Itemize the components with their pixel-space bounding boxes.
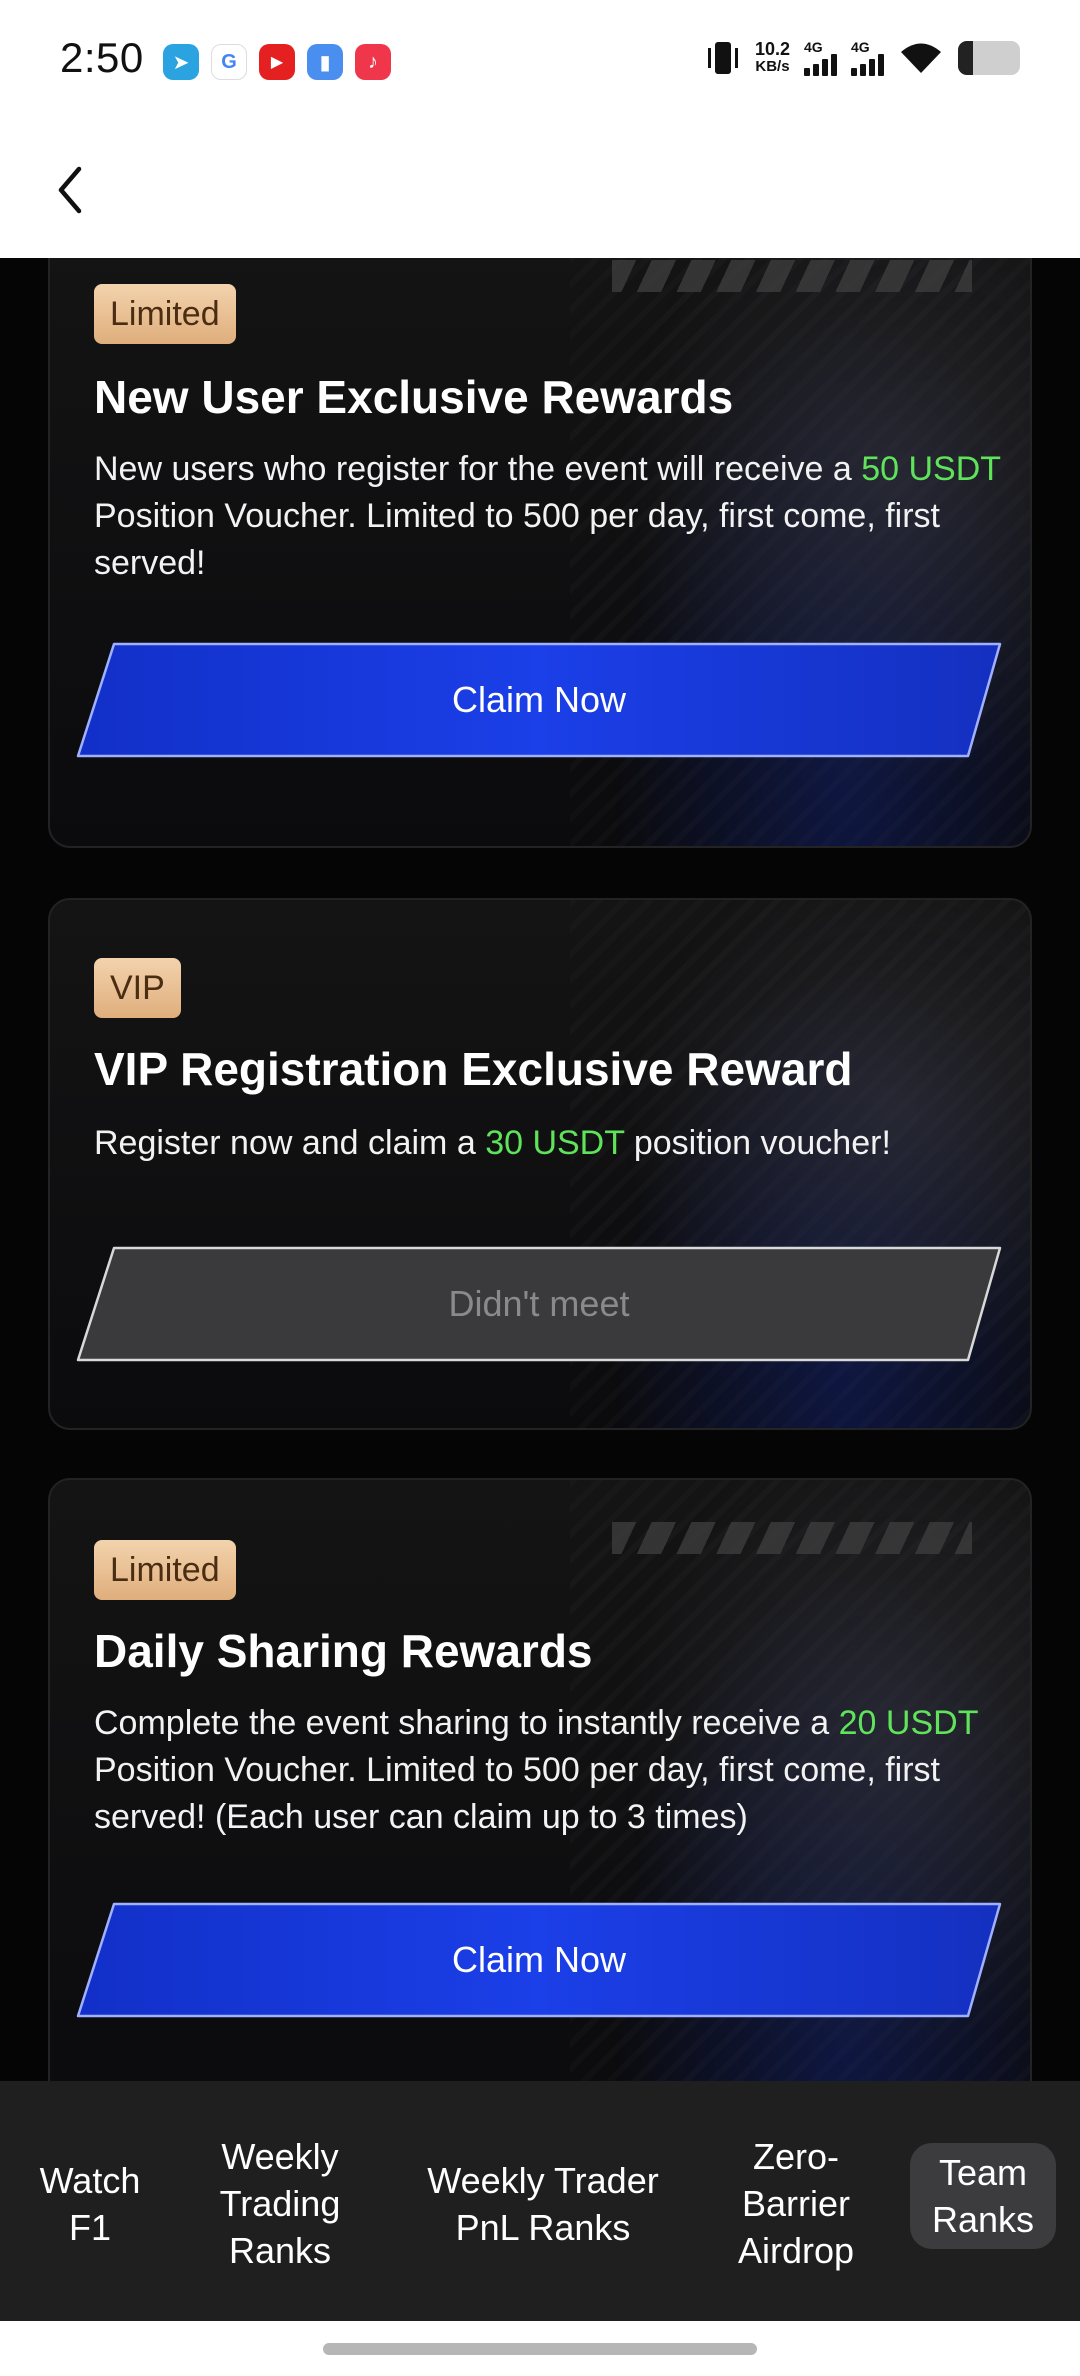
google-icon: G — [211, 44, 247, 80]
tab-label: Team — [938, 2152, 1028, 2193]
network-speed: 10.2 KB/s — [755, 40, 790, 76]
chevron-left-icon — [58, 166, 82, 214]
signal-icon: 4G — [851, 40, 884, 76]
limited-badge: Limited — [94, 284, 236, 344]
back-button[interactable] — [40, 160, 100, 220]
desc-text: Position Voucher. Limited to 500 per day… — [94, 497, 940, 582]
tab-label: Ranks — [228, 2230, 332, 2271]
tab-label: Airdrop — [737, 2230, 855, 2271]
telegram-icon: ➤ — [163, 44, 199, 80]
youtube-icon: ▶ — [259, 44, 295, 80]
status-bar: 2:50 ➤ G ▶ ▮ ♪ 10.2 KB/s 4G 4G — [0, 0, 1080, 122]
music-icon: ♪ — [355, 44, 391, 80]
button-label: Claim Now — [451, 679, 627, 720]
tab-label: Weekly Trader — [427, 2160, 659, 2201]
reward-amount: 50 USDT — [861, 450, 1001, 488]
card-description: Register now and claim a 30 USDT positio… — [94, 1120, 1014, 1167]
files-icon: ▮ — [307, 44, 343, 80]
battery-icon — [958, 41, 1020, 75]
reward-card-daily-sharing: Limited Daily Sharing Rewards Complete t… — [48, 1478, 1032, 2081]
tab-weekly-trader-pnl-ranks[interactable]: Weekly Trader PnL Ranks — [410, 2157, 676, 2251]
reward-card-new-user: Limited New User Exclusive Rewards New u… — [48, 258, 1032, 848]
tab-watch-f1[interactable]: Watch F1 — [30, 2157, 150, 2251]
desc-text: Register now and claim a — [94, 1124, 486, 1162]
tab-label: Trading — [219, 2183, 341, 2224]
tab-label: Watch — [39, 2160, 141, 2201]
tab-label: Zero- — [752, 2136, 839, 2177]
wifi-icon — [901, 43, 941, 73]
signal-icon: 4G — [804, 40, 837, 76]
card-title: VIP Registration Exclusive Reward — [94, 1043, 853, 1095]
signal-label: 4G — [804, 39, 823, 55]
didnt-meet-button[interactable]: Didn't meet — [74, 1244, 1004, 1364]
net-speed-unit: KB/s — [755, 58, 790, 75]
tab-team-ranks[interactable]: Team Ranks — [910, 2143, 1056, 2249]
home-indicator[interactable] — [323, 2343, 757, 2355]
button-label: Claim Now — [451, 1939, 627, 1980]
claim-now-button[interactable]: Claim Now — [74, 640, 1004, 760]
reward-card-vip: VIP VIP Registration Exclusive Reward Re… — [48, 898, 1032, 1430]
desc-text: position voucher! — [624, 1124, 891, 1162]
desc-text: Complete the event sharing to instantly … — [94, 1704, 839, 1742]
net-speed-value: 10.2 — [754, 39, 790, 59]
limited-badge: Limited — [94, 1540, 236, 1600]
tab-weekly-trading-ranks[interactable]: Weekly Trading Ranks — [200, 2133, 360, 2274]
vip-badge: VIP — [94, 958, 181, 1018]
app-header — [0, 122, 1080, 258]
button-label: Didn't meet — [448, 1283, 630, 1324]
card-title: Daily Sharing Rewards — [94, 1625, 593, 1677]
desc-text: Position Voucher. Limited to 500 per day… — [94, 1751, 940, 1836]
desc-text: New users who register for the event wil… — [94, 450, 862, 488]
reward-amount: 30 USDT — [485, 1124, 625, 1162]
card-description: New users who register for the event wil… — [94, 446, 1014, 587]
tab-label: Barrier — [741, 2183, 851, 2224]
tab-label: PnL Ranks — [455, 2207, 631, 2248]
rewards-list[interactable]: Limited New User Exclusive Rewards New u… — [0, 258, 1080, 2081]
racing-stripes — [612, 1522, 972, 1554]
tab-label: Ranks — [931, 2199, 1035, 2240]
signal-label: 4G — [851, 39, 870, 55]
tab-label: F1 — [68, 2207, 111, 2248]
racing-stripes — [612, 260, 972, 292]
reward-amount: 20 USDT — [838, 1704, 978, 1742]
claim-now-button[interactable]: Claim Now — [74, 1900, 1004, 2020]
vibrate-icon — [707, 42, 738, 74]
card-description: Complete the event sharing to instantly … — [94, 1700, 1014, 1841]
system-nav-area — [0, 2321, 1080, 2376]
bottom-tab-bar: Watch F1 Weekly Trading Ranks Weekly Tra… — [0, 2081, 1080, 2321]
status-time: 2:50 — [60, 34, 144, 81]
tab-label: Weekly — [221, 2136, 339, 2177]
card-title: New User Exclusive Rewards — [94, 371, 734, 423]
notification-icons: ➤ G ▶ ▮ ♪ — [163, 44, 391, 80]
tab-zero-barrier-airdrop[interactable]: Zero- Barrier Airdrop — [718, 2133, 874, 2274]
status-indicators: 10.2 KB/s 4G 4G — [705, 38, 1020, 78]
